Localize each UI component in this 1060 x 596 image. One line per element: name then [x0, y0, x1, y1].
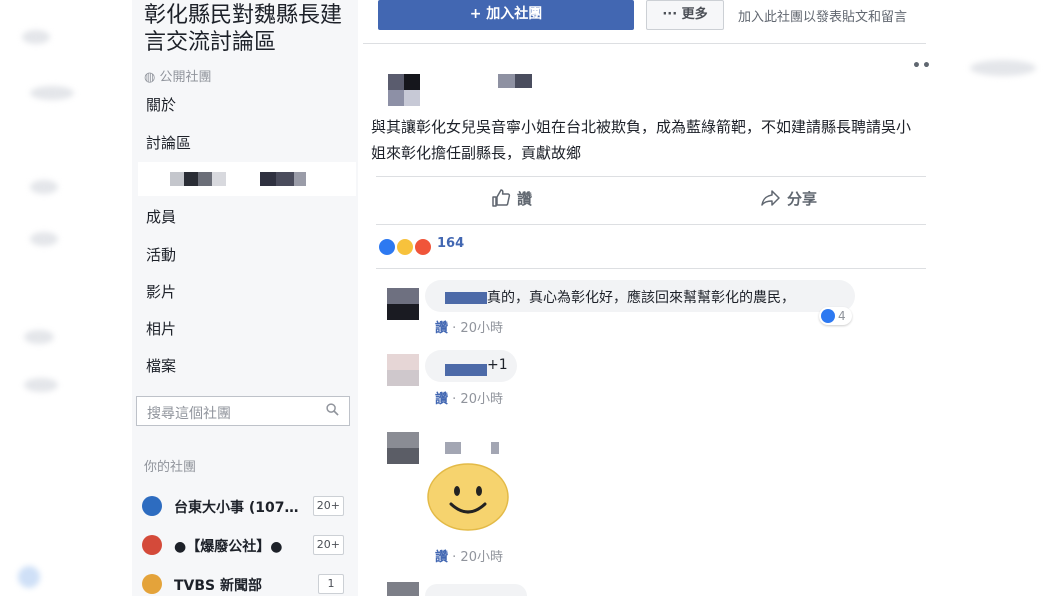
your-groups-heading: 你的社團 [144, 460, 197, 475]
group-name: 台東大小事 (107… [174, 500, 299, 516]
nav-photos[interactable]: 相片 [146, 318, 176, 339]
group-link[interactable]: 台東大小事 (107… 20+ [140, 494, 352, 518]
post-body: 與其讓彰化女兒吳音寧小姐在台北被欺負，成為藍綠箭靶，不如建請縣長聘請吳小姐來彰化… [371, 118, 912, 162]
commenter-avatar[interactable] [387, 354, 419, 386]
globe-icon: ◍ [144, 70, 156, 85]
group-avatar-icon [142, 574, 162, 594]
author-name-redacted[interactable] [498, 74, 532, 88]
nav-about[interactable]: 關於 [146, 94, 176, 115]
background-blur [970, 60, 1036, 76]
reaction-count: 164 [437, 236, 465, 251]
nav-events[interactable]: 活動 [146, 244, 176, 265]
group-name: ●【爆廢公社】● [174, 539, 283, 555]
background-blur [22, 30, 50, 44]
redacted-block [260, 172, 276, 186]
like-count: 4 [838, 309, 846, 323]
commenter-name-redacted[interactable] [445, 292, 487, 304]
share-label: 分享 [787, 190, 818, 208]
join-group-button[interactable]: + 加入社團 [378, 0, 634, 30]
background-blur [18, 566, 40, 588]
redacted-block [404, 90, 420, 106]
like-button[interactable]: 讚 [491, 188, 532, 209]
commenter-name-redacted[interactable] [445, 442, 461, 454]
like-reaction-icon [821, 309, 835, 323]
comment-time[interactable]: 20小時 [460, 392, 503, 407]
commenter-name-redacted[interactable] [491, 442, 499, 454]
share-button[interactable]: 分享 [761, 188, 817, 209]
thumbs-up-icon [492, 189, 511, 207]
commenter-name-redacted[interactable] [445, 364, 487, 376]
commenter-avatar[interactable] [387, 432, 419, 464]
like-reaction-icon [378, 238, 396, 256]
comment-like-link[interactable]: 讚 [435, 321, 448, 336]
notification-badge: 20+ [312, 496, 344, 516]
divider [376, 268, 926, 269]
comment-like-link[interactable]: 讚 [435, 392, 448, 407]
author-avatar[interactable] [388, 74, 436, 106]
main-feed: + 加入社團 ··· 更多 加入此社團以發表貼文和留言 •• 與其讓彰化女兒吳音… [363, 0, 931, 596]
comment-time[interactable]: 20小時 [460, 550, 503, 565]
divider [363, 43, 926, 44]
group-search-input[interactable]: 搜尋這個社團 [136, 396, 350, 426]
share-arrow-icon [761, 190, 780, 206]
like-label: 讚 [517, 190, 533, 208]
group-link[interactable]: ●【爆廢公社】● 20+ [140, 533, 352, 557]
comment-bubble: 真的，真心為彰化好，應該回來幫幫彰化的農民， [425, 280, 855, 312]
nav-files[interactable]: 檔案 [146, 355, 176, 376]
commenter-avatar[interactable] [387, 582, 419, 596]
redacted-block [404, 74, 420, 90]
comment-text: +1 [487, 357, 508, 373]
group-avatar-icon [142, 535, 162, 555]
redacted-block [184, 172, 198, 186]
group-link[interactable]: TVBS 新聞部 1 [140, 572, 352, 596]
comment-time[interactable]: 20小時 [460, 321, 503, 336]
divider [376, 224, 926, 225]
privacy-label: ◍ 公開社團 [144, 66, 212, 85]
group-title[interactable]: 彰化縣民對魏縣長建言交流討論區 [144, 2, 354, 56]
nav-discussion[interactable]: 討論區 [146, 132, 191, 153]
background-blur [24, 378, 58, 392]
comment-bubble [425, 584, 527, 596]
angry-reaction-icon [414, 238, 432, 256]
background-blur [24, 330, 54, 344]
search-icon[interactable] [326, 403, 339, 416]
privacy-text: 公開社團 [159, 70, 212, 85]
redacted-block [294, 172, 306, 186]
group-sidebar: 彰化縣民對魏縣長建言交流討論區 ◍ 公開社團 關於 討論區 成員 活動 影片 相… [132, 0, 358, 596]
nav-members[interactable]: 成員 [146, 206, 176, 227]
comment-like-link[interactable]: 讚 [435, 550, 448, 565]
search-placeholder: 搜尋這個社團 [147, 406, 231, 422]
commenter-avatar[interactable] [387, 288, 419, 320]
group-name: TVBS 新聞部 [174, 578, 263, 594]
background-blur [30, 86, 74, 100]
comment-meta: 讚 · 20小時 [435, 550, 503, 565]
haha-reaction-icon [396, 238, 414, 256]
comment-bubble: +1 [425, 350, 517, 382]
nav-videos[interactable]: 影片 [146, 281, 176, 302]
smiley-sticker [427, 462, 509, 532]
join-hint: 加入此社團以發表貼文和留言 [738, 10, 908, 25]
nav-item-redacted[interactable] [138, 162, 356, 196]
notification-badge: 20+ [312, 535, 344, 555]
background-blur [30, 180, 58, 194]
comment-meta: 讚 · 20小時 [435, 392, 503, 407]
comment-meta: 讚 · 20小時 [435, 321, 503, 336]
comment-text: 真的，真心為彰化好，應該回來幫幫彰化的農民， [487, 290, 795, 306]
post-options-icon[interactable]: •• [912, 58, 932, 74]
more-button[interactable]: ··· 更多 [646, 0, 724, 30]
smiley-face-icon [427, 463, 509, 531]
redacted-block [198, 172, 212, 186]
redacted-block [388, 74, 404, 90]
redacted-block [276, 172, 294, 186]
redacted-block [388, 90, 404, 106]
redacted-block [212, 172, 226, 186]
comment-like-count: 4 [819, 307, 852, 325]
redacted-block [170, 172, 184, 186]
divider [376, 176, 926, 177]
notification-badge: 1 [318, 574, 344, 594]
group-avatar-icon [142, 496, 162, 516]
background-blur [30, 232, 58, 246]
